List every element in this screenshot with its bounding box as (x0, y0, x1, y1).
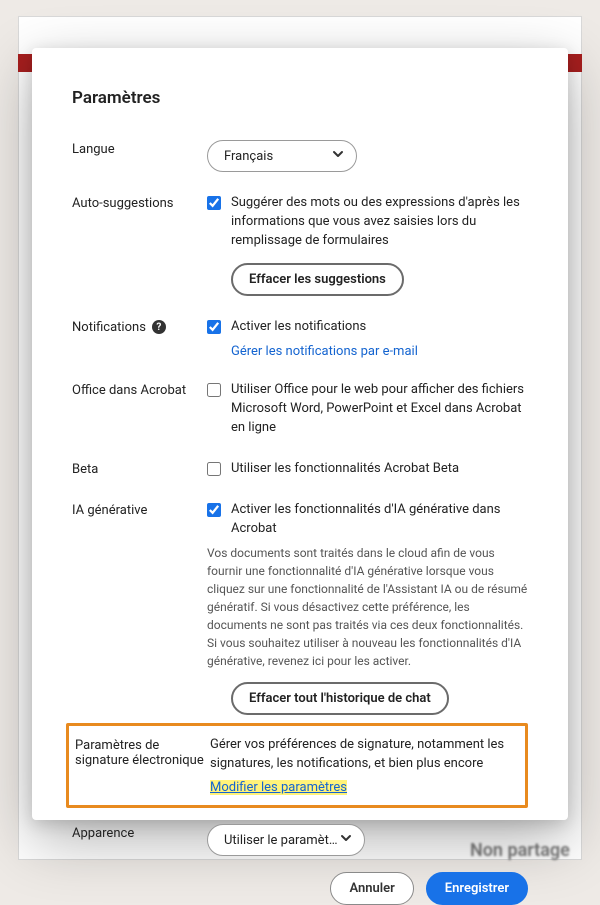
label-notifications-text: Notifications (72, 320, 146, 335)
language-select[interactable]: Français (207, 140, 357, 172)
modal-footer: Annuler Enregistrer (72, 872, 528, 905)
notifications-checkbox[interactable] (207, 320, 221, 334)
settings-modal: Paramètres Langue Français Auto-suggesti… (32, 48, 568, 820)
label-beta: Beta (72, 460, 207, 477)
row-notifications: Notifications ? Activer les notification… (72, 318, 528, 360)
genai-fineprint: Vos documents sont traités dans le cloud… (207, 544, 528, 670)
beta-checkbox[interactable] (207, 462, 221, 476)
chevron-down-icon (332, 148, 344, 164)
modal-title: Paramètres (72, 88, 528, 108)
autosuggest-checkbox[interactable] (207, 196, 221, 210)
label-esign: Paramètres de signature électronique (75, 736, 210, 768)
label-appearance: Apparence (72, 824, 207, 841)
help-icon[interactable]: ? (152, 320, 166, 334)
genai-text: Activer les fonctionnalités d'IA générat… (231, 501, 528, 539)
esign-highlight-box: Paramètres de signature électronique Gér… (66, 723, 528, 808)
label-notifications: Notifications ? (72, 318, 207, 335)
appearance-select-value: Utiliser le paramètre sy… (224, 833, 340, 848)
clear-chat-history-button[interactable]: Effacer tout l'historique de chat (231, 682, 449, 715)
modify-esign-settings-link[interactable]: Modifier les paramètres (210, 780, 347, 795)
esign-text: Gérer vos préférences de signature, nota… (210, 736, 517, 774)
label-language: Langue (72, 140, 207, 157)
clear-suggestions-button[interactable]: Effacer les suggestions (231, 263, 404, 296)
row-office: Office dans Acrobat Utiliser Office pour… (72, 381, 528, 438)
office-checkbox[interactable] (207, 383, 221, 397)
save-button[interactable]: Enregistrer (426, 872, 528, 905)
label-autosuggest: Auto-suggestions (72, 194, 207, 211)
genai-checkbox[interactable] (207, 503, 221, 517)
autosuggest-text: Suggérer des mots ou des expressions d'a… (231, 194, 528, 251)
row-appearance: Apparence Utiliser le paramètre sy… (72, 824, 528, 856)
row-autosuggest: Auto-suggestions Suggérer des mots ou de… (72, 194, 528, 296)
cancel-button[interactable]: Annuler (330, 872, 413, 905)
row-language: Langue Français (72, 140, 528, 172)
appearance-select[interactable]: Utiliser le paramètre sy… (207, 824, 365, 856)
language-select-value: Français (224, 149, 273, 164)
beta-text: Utiliser les fonctionnalités Acrobat Bet… (231, 460, 459, 479)
row-beta: Beta Utiliser les fonctionnalités Acroba… (72, 460, 528, 479)
notifications-text: Activer les notifications (231, 318, 366, 337)
row-genai: IA générative Activer les fonctionnalité… (72, 501, 528, 716)
office-text: Utiliser Office pour le web pour affiche… (231, 381, 528, 438)
chevron-down-icon (340, 832, 352, 848)
label-office: Office dans Acrobat (72, 381, 207, 398)
label-genai: IA générative (72, 501, 207, 518)
manage-email-notifications-link[interactable]: Gérer les notifications par e-mail (231, 344, 418, 359)
